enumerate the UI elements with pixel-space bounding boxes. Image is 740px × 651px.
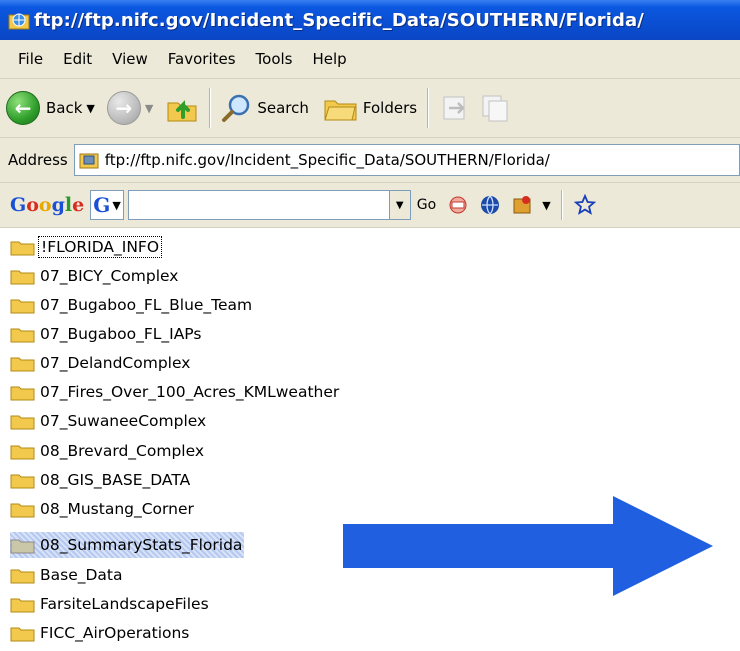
up-button[interactable] <box>161 84 203 132</box>
toolbar-separator <box>560 190 563 220</box>
folder-name: FICC_AirOperations <box>40 624 190 642</box>
search-icon <box>222 94 250 122</box>
google-search-dropdown[interactable]: ▼ <box>388 190 411 220</box>
folder-item[interactable]: 08_Brevard_Complex <box>10 438 206 464</box>
folder-icon <box>10 386 35 401</box>
folder-name: 07_DelandComplex <box>40 354 191 372</box>
toolbar-separator <box>427 88 430 128</box>
folders-icon <box>324 100 357 121</box>
folder-name: 07_Bugaboo_FL_Blue_Team <box>40 296 253 314</box>
folder-item[interactable]: Base_Data <box>10 562 125 588</box>
folder-item[interactable]: 07_BICY_Complex <box>10 263 180 289</box>
folder-name: 08_SummaryStats_Florida <box>40 536 243 554</box>
google-go-button[interactable]: Go <box>417 197 436 213</box>
back-button[interactable]: ← Back ▼ <box>0 84 103 132</box>
standard-toolbar: ← Back ▼ → ▼ Search Folders <box>0 79 740 138</box>
chevron-down-icon[interactable]: ▼ <box>86 102 94 115</box>
up-folder-icon <box>167 100 197 122</box>
folder-icon <box>10 445 35 460</box>
chevron-down-icon[interactable]: ▼ <box>145 102 153 115</box>
address-field[interactable]: ftp://ftp.nifc.gov/Incident_Specific_Dat… <box>73 144 740 176</box>
title-bar: ftp://ftp.nifc.gov/Incident_Specific_Dat… <box>0 0 740 40</box>
address-label: Address <box>8 151 68 169</box>
folder-icon <box>10 539 35 554</box>
folder-item[interactable]: 07_Bugaboo_FL_IAPs <box>10 321 203 347</box>
menu-file[interactable]: File <box>0 50 53 68</box>
folders-button[interactable]: Folders <box>319 84 421 132</box>
google-logo[interactable]: Google <box>10 194 84 216</box>
folder-icon <box>10 627 35 642</box>
folder-name: 07_BICY_Complex <box>40 267 179 285</box>
ftp-folder-icon <box>79 153 99 169</box>
folder-name: !FLORIDA_INFO <box>38 236 163 258</box>
annotation-arrow-icon <box>343 496 713 596</box>
address-url: ftp://ftp.nifc.gov/Incident_Specific_Dat… <box>104 151 550 169</box>
menu-favorites[interactable]: Favorites <box>158 50 246 68</box>
folder-icon <box>10 598 35 613</box>
folder-name: 08_Mustang_Corner <box>40 500 194 518</box>
move-to-icon <box>443 96 465 120</box>
menu-edit[interactable]: Edit <box>53 50 102 68</box>
folder-icon <box>10 415 35 430</box>
move-to-button[interactable] <box>435 84 475 132</box>
copy-to-button[interactable] <box>475 84 515 132</box>
folder-item[interactable]: 08_GIS_BASE_DATA <box>10 467 192 493</box>
folder-icon <box>10 270 35 285</box>
google-search-input[interactable] <box>127 190 390 220</box>
folder-icon <box>10 299 35 314</box>
folder-icon <box>10 357 35 372</box>
back-arrow-icon: ← <box>6 91 40 125</box>
forward-arrow-icon: → <box>106 91 141 125</box>
folder-item[interactable]: 07_Fires_Over_100_Acres_KMLweather <box>10 379 341 405</box>
menu-help[interactable]: Help <box>303 50 357 68</box>
forward-button[interactable]: → ▼ <box>103 84 161 132</box>
folder-icon <box>10 474 35 489</box>
folder-item[interactable]: 07_SuwaneeComplex <box>10 408 208 434</box>
chevron-down-icon[interactable]: ▼ <box>542 199 550 212</box>
menu-view[interactable]: View <box>102 50 158 68</box>
folder-item[interactable]: 08_Mustang_Corner <box>10 496 196 522</box>
toolbar-separator <box>209 88 212 128</box>
folder-icon <box>10 241 35 256</box>
folder-name: FarsiteLandscapeFiles <box>40 595 209 613</box>
folder-item[interactable]: FarsiteLandscapeFiles <box>10 591 211 617</box>
folder-item[interactable]: !FLORIDA_INFO <box>10 234 163 260</box>
bookmark-star-icon[interactable] <box>573 194 596 216</box>
folder-icon <box>10 503 35 518</box>
google-g-icon: G <box>93 193 111 217</box>
ftp-folder-icon <box>8 13 30 30</box>
google-menu-button[interactable]: G ▼ <box>90 190 124 220</box>
window-title: ftp://ftp.nifc.gov/Incident_Specific_Dat… <box>34 9 644 31</box>
chevron-down-icon: ▼ <box>395 199 404 211</box>
folders-label: Folders <box>362 99 418 117</box>
folder-icon <box>10 328 35 343</box>
options-icon[interactable] <box>511 194 533 216</box>
chevron-down-icon: ▼ <box>112 198 121 212</box>
folder-icon <box>10 569 35 584</box>
folder-item[interactable]: 07_Bugaboo_FL_Blue_Team <box>10 292 254 318</box>
search-label: Search <box>257 99 309 117</box>
folder-name: Base_Data <box>40 566 123 584</box>
address-bar: Address ftp://ftp.nifc.gov/Incident_Spec… <box>0 138 740 183</box>
google-toolbar: Google G ▼ ▼ Go ▼ <box>0 183 740 228</box>
folder-item-selected[interactable]: 08_SummaryStats_Florida <box>10 532 245 558</box>
copy-to-icon <box>482 95 508 122</box>
folder-name: 08_GIS_BASE_DATA <box>40 471 191 489</box>
folder-name: 08_Brevard_Complex <box>40 442 205 460</box>
back-label: Back <box>46 99 83 117</box>
folder-item[interactable]: FICC_AirOperations <box>10 620 191 646</box>
google-search-site-icon[interactable] <box>447 194 469 216</box>
search-button[interactable]: Search <box>217 84 313 132</box>
folder-name: 07_Fires_Over_100_Acres_KMLweather <box>40 383 340 401</box>
menu-bar: File Edit View Favorites Tools Help <box>0 40 740 79</box>
folder-item[interactable]: 07_DelandComplex <box>10 350 192 376</box>
pagerank-icon[interactable] <box>479 194 501 216</box>
folder-name: 07_Bugaboo_FL_IAPs <box>40 325 202 343</box>
menu-tools[interactable]: Tools <box>246 50 303 68</box>
folder-name: 07_SuwaneeComplex <box>40 412 207 430</box>
